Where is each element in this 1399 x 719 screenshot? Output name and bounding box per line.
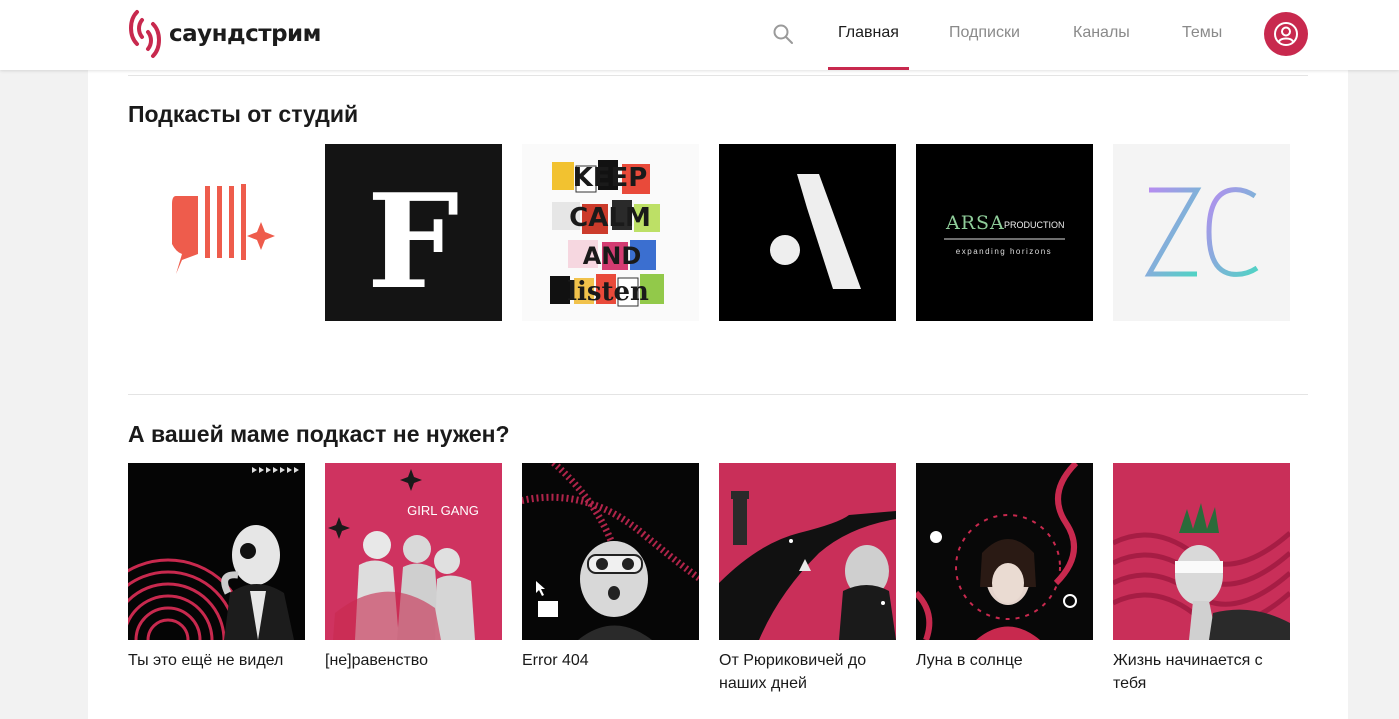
studio-letter: F: [367, 165, 459, 318]
logo-broadcast-icon: [129, 10, 161, 58]
studio-tile-4[interactable]: A: [719, 144, 896, 321]
podcast-cover-1[interactable]: [128, 463, 305, 640]
main-content: Подкасты от студий F KEEP CALM AND liste…: [88, 70, 1348, 719]
cover-girl-gang-text: GIRL GANG: [407, 503, 479, 518]
podcast-title-5[interactable]: Луна в солнце: [916, 649, 1093, 672]
section-title-studios: Подкасты от студий: [128, 101, 359, 127]
studio-arsa-tagline: expanding horizons: [956, 247, 1052, 256]
studio-tile-2[interactable]: F: [325, 144, 502, 321]
logo-text: саундстрим: [169, 21, 321, 47]
studio-arsa-name: ARSA: [945, 212, 1005, 234]
nav-subscriptions[interactable]: Подписки: [949, 24, 1020, 42]
user-icon: [1274, 22, 1298, 46]
search-icon[interactable]: [771, 22, 795, 46]
profile-button[interactable]: [1264, 12, 1308, 56]
podcast-cover-4[interactable]: [719, 463, 896, 640]
nav-home[interactable]: Главная: [838, 24, 899, 42]
studio-tile-5[interactable]: ARSA PRODUCTION expanding horizons: [916, 144, 1093, 321]
collage-line-1: KEEP: [573, 163, 648, 193]
podcast-title-2[interactable]: [не]равенство: [325, 649, 502, 672]
collage-line-4: listen: [567, 277, 649, 307]
podcast-title-4[interactable]: От Рюриковичей до наших дней: [719, 649, 896, 695]
collage-line-2: CALM: [569, 203, 651, 233]
podcast-cover-5[interactable]: [916, 463, 1093, 640]
studio-tile-3[interactable]: KEEP CALM AND listen: [522, 144, 699, 321]
studio-logo-red-bars-icon: [172, 184, 275, 274]
divider: [128, 75, 1308, 76]
nav-channels[interactable]: Каналы: [1073, 24, 1130, 42]
podcast-cover-2[interactable]: GIRL GANG: [325, 463, 502, 640]
divider: [128, 394, 1308, 395]
studio-tile-6[interactable]: ZC: [1113, 144, 1290, 321]
studio-tile-1[interactable]: [128, 144, 305, 321]
logo[interactable]: саундстрим: [127, 8, 321, 60]
section-title-moms: А вашей маме подкаст не нужен?: [128, 421, 510, 447]
podcast-title-3[interactable]: Error 404: [522, 649, 699, 672]
podcast-cover-6[interactable]: [1113, 463, 1290, 640]
podcast-title-1[interactable]: Ты это ещё не видел: [128, 649, 305, 672]
studio-arsa-suffix: PRODUCTION: [1004, 220, 1065, 230]
collage-line-3: AND: [583, 242, 642, 270]
nav-active-indicator: [828, 67, 909, 70]
podcast-title-6[interactable]: Жизнь начинается с тебя: [1113, 649, 1290, 695]
nav-topics[interactable]: Темы: [1182, 24, 1222, 42]
top-bar: саундстрим Главная Подписки Каналы Темы: [0, 0, 1399, 70]
podcast-cover-3[interactable]: [522, 463, 699, 640]
